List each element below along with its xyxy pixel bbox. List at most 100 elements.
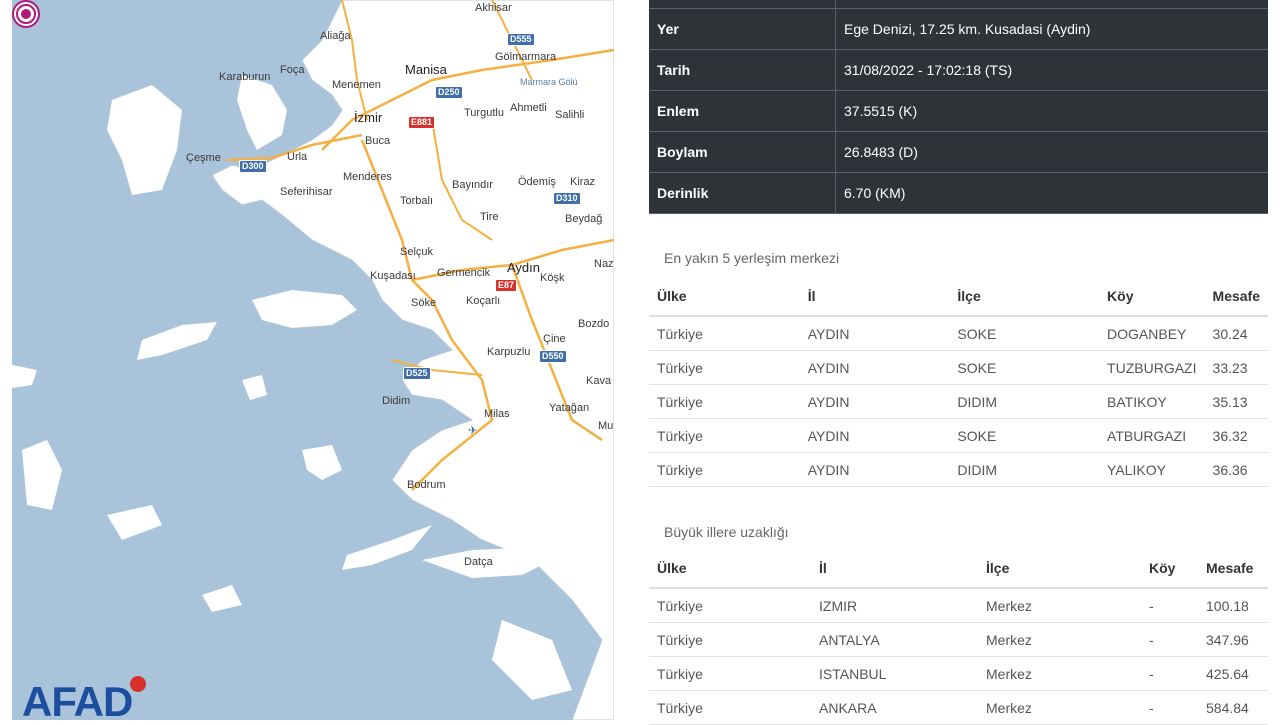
info-key: Tarih [649,49,836,91]
table-cell: ANTALYA [811,622,978,657]
table-row: Türkiye ANKARA Merkez - 584.84 [649,690,1268,725]
turkish-flag-icon [130,676,146,692]
table-cell: - [1141,622,1198,657]
map-label-cine: Çine [543,333,566,345]
column-header: Mesafe [1204,277,1268,317]
column-header: İl [811,549,978,589]
map-label-tire: Tire [480,211,499,223]
table-cell: ANKARA [811,690,978,725]
table-cell: ATBURGAZI [1099,418,1205,453]
info-row-depth: Derinlik 6.70 (KM) [649,172,1268,214]
table-cell: DIDIM [949,384,1100,419]
map-label-ahmetli: Ahmetli [510,102,547,114]
table-cell: Merkez [978,656,1141,691]
table-cell: 36.36 [1204,452,1268,487]
map-label-odemis: Ödemiş [518,176,556,188]
map-label-buca: Buca [365,135,391,147]
info-value: 6.70 (KM) [835,172,1268,214]
map-label-menderes: Menderes [343,171,392,183]
map-label-bayindir: Bayındır [452,179,493,191]
column-header: İl [799,277,950,317]
table-cell: 33.23 [1204,350,1268,385]
table-cell: Türkiye [649,384,800,419]
map-label-karaburun: Karaburun [219,71,271,83]
info-value: 26.8483 (D) [835,131,1268,173]
map-label-kosk: Köşk [540,272,565,284]
table-cell: Türkiye [649,316,800,351]
map-label-foca: Foça [280,64,305,76]
map-label-akhisar: Akhisar [475,2,512,14]
table-cell: Türkiye [649,656,811,691]
nearest-settlements-title: En yakın 5 yerleşim merkezi [664,250,840,266]
road-shield-e881: E881 [408,116,436,129]
map-label-beydag: Beydağ [565,213,603,225]
column-header: Mesafe [1198,549,1268,589]
table-cell: 100.18 [1198,588,1268,623]
map-label-bozdo: Bozdo [578,318,610,330]
table-cell: AYDIN [799,384,950,419]
table-cell: SOKE [949,418,1100,453]
table-row: Türkiye AYDIN SOKE TUZBURGAZI 33.23 [649,350,1268,385]
nearest-settlements-table: Ülke İl İlçe Köy Mesafe Türkiye AYDIN SO… [649,277,1268,487]
table-cell: Merkez [978,588,1141,623]
map-label-golmarmara: Gölmarmara [495,51,557,63]
afad-logo: AFAD [22,678,133,721]
table-cell: IZMIR [811,588,978,623]
table-cell: Türkiye [649,588,811,623]
table-header-row: Ülke İl İlçe Köy Mesafe [649,549,1268,589]
road-shield-d550: D550 [539,350,567,363]
map-label-kocarli: Koçarlı [466,295,501,307]
table-cell: YALIKOY [1099,452,1205,487]
map-label-milas: Milas [484,408,510,420]
table-cell: SOKE [949,316,1100,351]
table-cell: - [1141,690,1198,725]
table-cell: 584.84 [1198,690,1268,725]
table-cell: AYDIN [799,316,950,351]
table-cell: Türkiye [649,418,800,453]
table-row: Türkiye ANTALYA Merkez - 347.96 [649,622,1268,657]
table-cell: Türkiye [649,690,811,725]
map-label-kiraz: Kiraz [570,176,596,188]
map-label-kusadasi: Kuşadası [370,270,416,282]
table-row: Türkiye AYDIN DIDIM BATIKOY 35.13 [649,384,1268,419]
map-label-cesme: Çeşme [186,152,221,164]
column-header: Ülke [649,549,811,589]
table-cell: BATIKOY [1099,384,1205,419]
column-header: Köy [1141,549,1198,589]
table-cell: 35.13 [1204,384,1268,419]
map-label-manisa: Manisa [405,62,447,77]
map-label-marmara-golu: Marmara Gölü [520,77,578,87]
info-value: 37.5515 (K) [835,90,1268,132]
table-cell: 347.96 [1198,622,1268,657]
info-row-date: Tarih 31/08/2022 - 17:02:18 (TS) [649,49,1268,91]
table-row: Türkiye AYDIN SOKE ATBURGAZI 36.32 [649,418,1268,453]
column-header: Köy [1099,277,1205,317]
table-row: Türkiye ISTANBUL Merkez - 425.64 [649,656,1268,691]
road-shield-d310: D310 [553,192,581,205]
table-row: Türkiye AYDIN SOKE DOGANBEY 30.24 [649,316,1268,351]
info-key: Yer [649,8,836,50]
map-label-salihli: Salihli [555,109,585,121]
map-label-didim: Didim [382,395,411,407]
road-shield-d525: D525 [403,367,431,380]
column-header: Ülke [649,277,800,317]
earthquake-info-table: Yer Ege Denizi, 17.25 km. Kusadasi (Aydi… [649,0,1268,214]
map-label-kava: Kava [586,375,612,387]
epicenter-marker-icon[interactable] [12,0,40,28]
table-cell: - [1141,588,1198,623]
table-cell: AYDIN [799,418,950,453]
map-label-turgutlu: Turgutlu [464,107,504,119]
table-cell: Türkiye [649,350,800,385]
info-key: Derinlik [649,172,836,214]
road-shield-d250: D250 [435,86,463,99]
map-label-selcuk: Selçuk [400,246,434,258]
earthquake-map[interactable]: Akhisar Aliağa Gölmarmara Karaburun Foça… [12,0,614,720]
map-label-soke: Söke [411,297,437,309]
table-cell: 425.64 [1198,656,1268,691]
table-cell: AYDIN [799,350,950,385]
table-cell: TUZBURGAZI [1099,350,1205,385]
map-label-naz: Naz [594,258,614,270]
table-header-row: Ülke İl İlçe Köy Mesafe [649,277,1268,317]
map-label-seferihisar: Seferihisar [280,186,333,198]
table-cell: AYDIN [799,452,950,487]
